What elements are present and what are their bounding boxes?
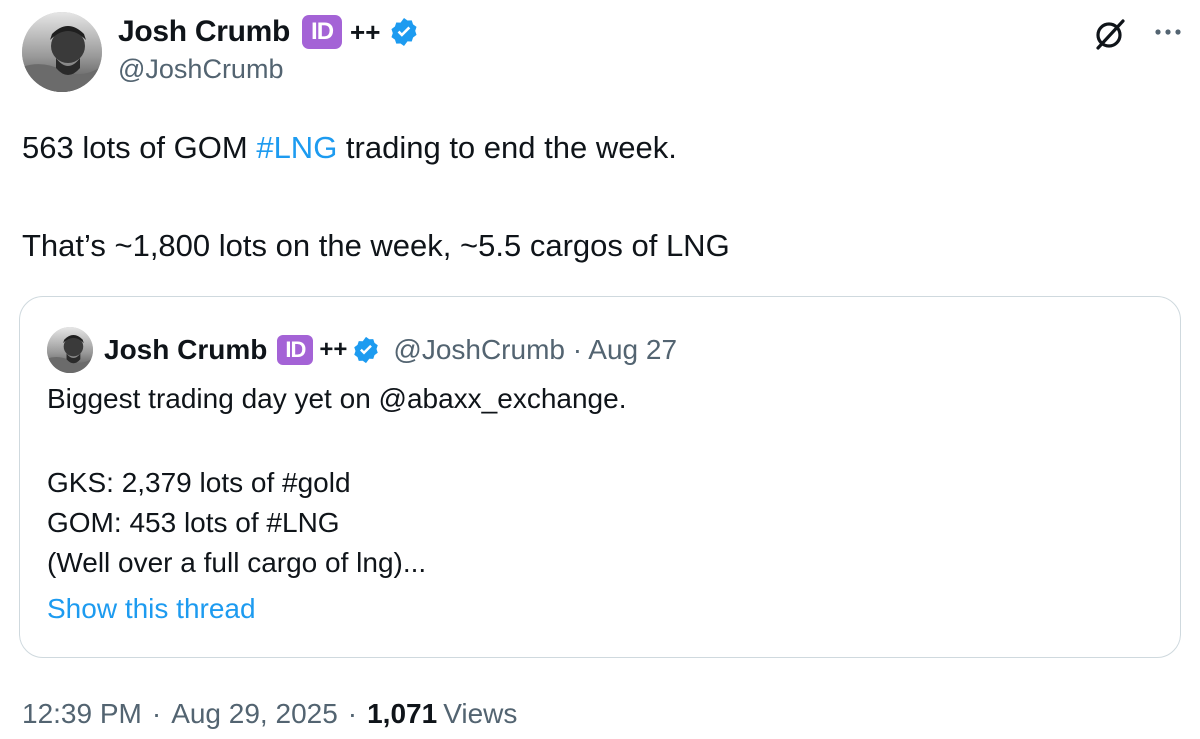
tweet-text-line-1: 563 lots of GOM #LNG trading to end the … bbox=[22, 128, 677, 168]
quote-text-line-4: (Well over a full cargo of lng)... bbox=[47, 547, 427, 578]
plus-plus-label: ++ bbox=[350, 16, 381, 47]
meta-separator: · bbox=[347, 698, 358, 729]
id-badge: ID bbox=[302, 15, 343, 49]
hashtag-link[interactable]: #LNG bbox=[256, 130, 337, 165]
quote-author-row: Josh Crumb ID ++ @JoshCrumb · Aug 27 bbox=[104, 327, 677, 373]
tweet-text-suffix: trading to end the week. bbox=[337, 130, 677, 165]
quote-text-line-2: GKS: 2,379 lots of #gold bbox=[47, 467, 351, 498]
more-icon[interactable] bbox=[1150, 14, 1186, 50]
quote-plus-plus-label: ++ bbox=[319, 336, 348, 363]
meta-separator: · bbox=[151, 698, 162, 729]
tweet-text-line-2: That’s ~1,800 lots on the week, ~5.5 car… bbox=[22, 228, 730, 263]
quote-text-line-3: GOM: 453 lots of #LNG bbox=[47, 507, 340, 538]
quote-id-badge: ID bbox=[277, 335, 314, 365]
quote-author-avatar[interactable] bbox=[47, 327, 93, 373]
avatar-image bbox=[22, 12, 102, 92]
quote-author-name[interactable]: Josh Crumb bbox=[104, 334, 267, 366]
verified-badge-icon[interactable] bbox=[388, 16, 420, 48]
author-handle[interactable]: @JoshCrumb bbox=[118, 54, 283, 85]
views-count: 1,071 bbox=[367, 698, 438, 729]
quote-handle-date: @JoshCrumb · Aug 27 bbox=[393, 334, 678, 365]
tweet-date[interactable]: Aug 29, 2025 bbox=[171, 698, 338, 730]
author-display-name[interactable]: Josh Crumb bbox=[118, 15, 290, 49]
tweet-time[interactable]: 12:39 PM bbox=[22, 698, 142, 730]
author-name-row: Josh Crumb ID ++ bbox=[118, 12, 420, 52]
quote-text-line-1: Biggest trading day yet on @abaxx_exchan… bbox=[47, 383, 627, 414]
tweet-text-prefix: 563 lots of GOM bbox=[22, 130, 257, 165]
grok-icon[interactable] bbox=[1092, 16, 1128, 52]
views-label: Views bbox=[443, 698, 518, 729]
author-avatar[interactable] bbox=[22, 12, 102, 92]
quote-verified-badge-icon bbox=[354, 336, 379, 364]
quote-tweet-card[interactable]: Josh Crumb ID ++ @JoshCrumb · Aug 27 Big… bbox=[19, 296, 1181, 658]
quote-avatar-image bbox=[47, 327, 93, 373]
tweet-meta: 12:39 PM · Aug 29, 2025 · 1,071 Views bbox=[22, 698, 517, 730]
show-thread-link[interactable]: Show this thread bbox=[47, 593, 256, 625]
